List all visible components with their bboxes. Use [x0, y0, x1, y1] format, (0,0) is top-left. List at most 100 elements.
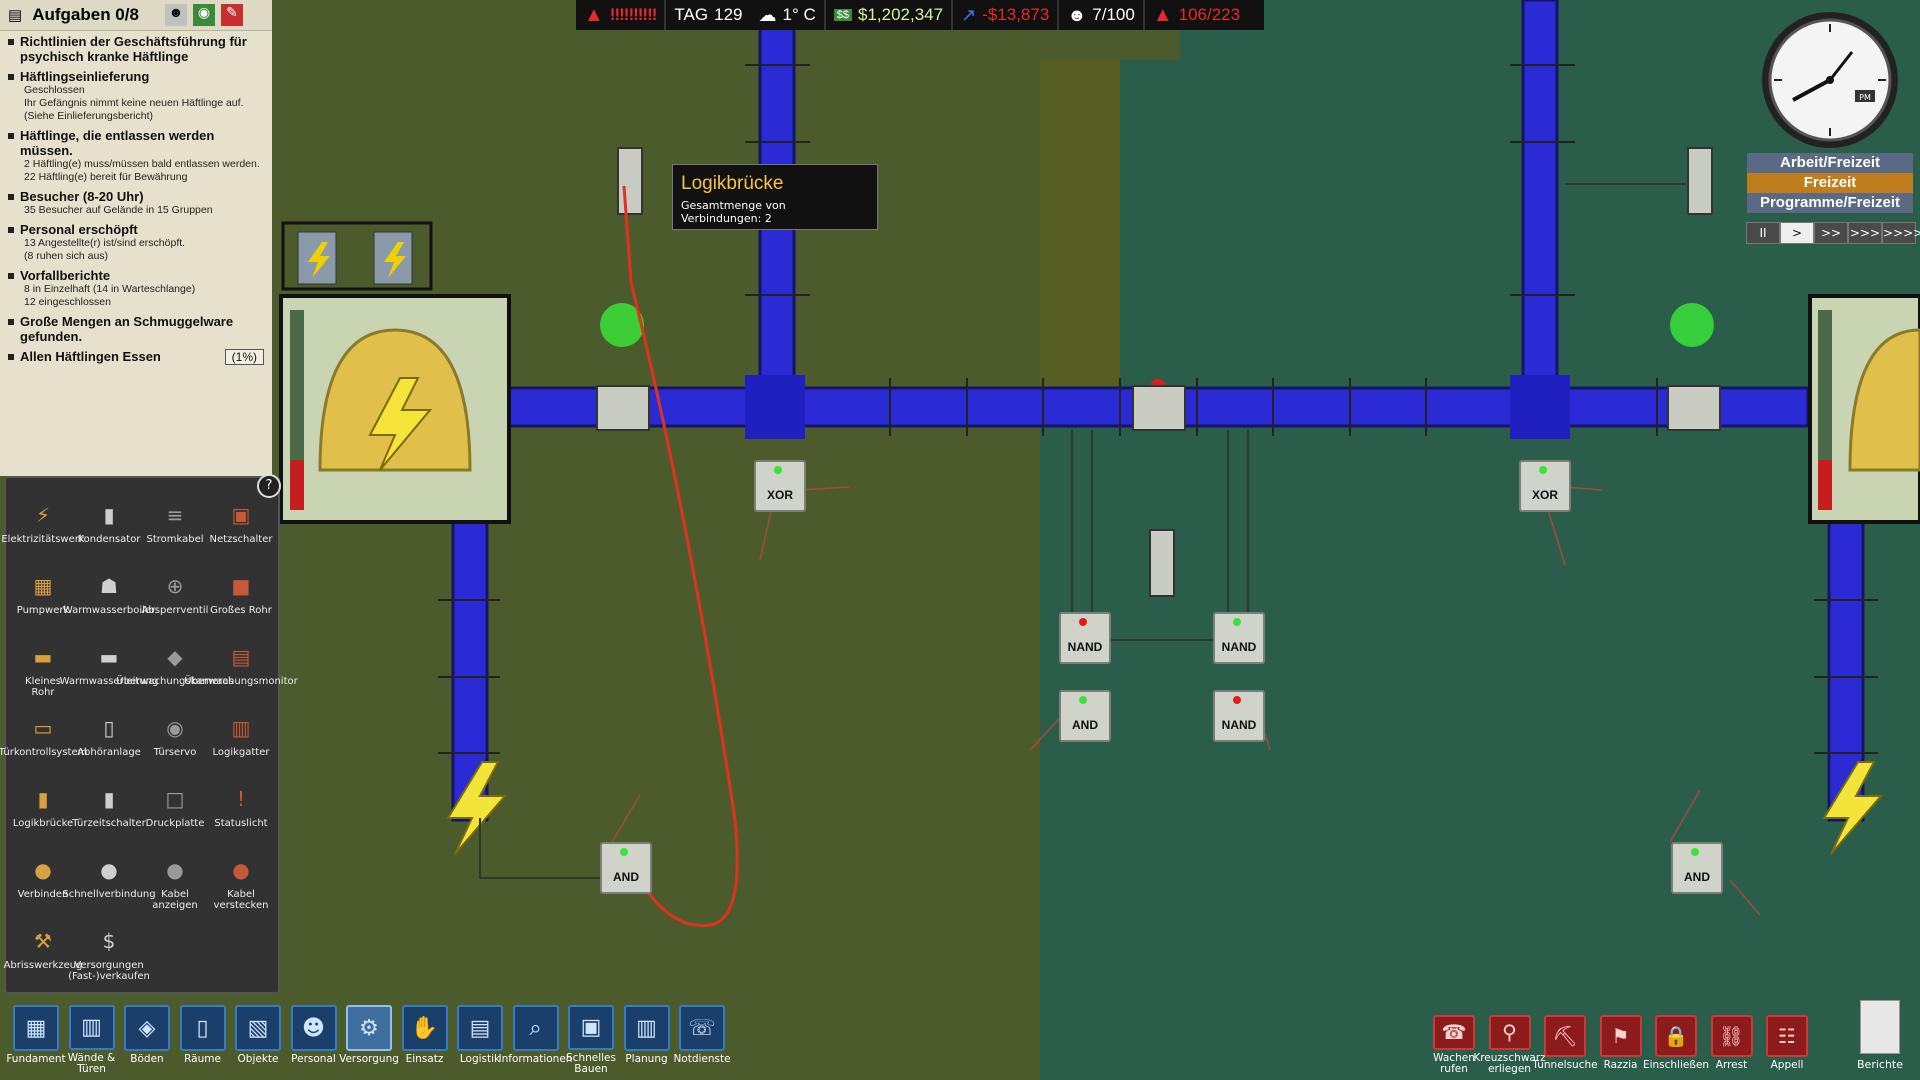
toolbar-deploy[interactable]: ✋ Einsatz — [401, 1005, 449, 1075]
emergency-tunnel-search[interactable]: ⛏ Tunnelsuche — [1532, 1015, 1598, 1075]
speed-button[interactable]: II — [1746, 222, 1780, 244]
and-gate[interactable]: AND — [1671, 842, 1723, 894]
toolbar-rooms[interactable]: ▯ Räume — [179, 1005, 227, 1075]
task-item[interactable]: Allen Häftlingen Essen (1%) — [0, 346, 272, 367]
task-item[interactable]: Personal erschöpft 13 Angestellte(r) ist/… — [0, 219, 272, 265]
build-item-pressure-plate[interactable]: □ Druckplatte — [144, 782, 206, 851]
emergency-arrest[interactable]: ⛓ Arrest — [1706, 1015, 1758, 1075]
build-item-valve[interactable]: ⊕ Absperrventil — [142, 569, 209, 638]
task-item[interactable]: Besucher (8-20 Uhr) 35 Besucher auf Gelän… — [0, 186, 272, 219]
toolbar-info[interactable]: ⌕ Informationen — [499, 1005, 572, 1075]
gate-label: NAND — [1067, 640, 1103, 654]
nand-gate[interactable]: NAND — [1059, 612, 1111, 664]
camera-icon[interactable]: ◉ — [192, 4, 215, 26]
build-item-capacitor[interactable]: ▮ Kondensator — [78, 498, 141, 567]
toolbar-objects[interactable]: ▧ Objekte — [234, 1005, 282, 1075]
build-item-label: Logikbrücke — [12, 818, 74, 829]
toolbar-logistics[interactable]: ▤ Logistik — [456, 1005, 504, 1075]
toolbar-planning[interactable]: ▥ Planung — [623, 1005, 671, 1075]
task-item[interactable]: Häftlinge, die entlassen werden müssen. 2… — [0, 125, 272, 186]
weather[interactable]: ☁ 1° C — [750, 0, 823, 30]
build-item-camera[interactable]: ◆ Überwachungskameras — [116, 640, 233, 709]
staff-display[interactable]: ☻ 7/100 — [1059, 0, 1143, 30]
build-item-logic-bridge[interactable]: ▮ Logikbrücke — [12, 782, 74, 851]
tooltip: Logikbrücke Gesamtmenge von Verbindungen… — [672, 164, 878, 230]
xor-gate[interactable]: XOR — [754, 460, 806, 512]
nand-gate[interactable]: NAND — [1213, 690, 1265, 742]
build-item-monitor[interactable]: ▤ Überwachungsmonitor — [184, 640, 297, 709]
toolbar-emergency[interactable]: ☏ Notdienste — [673, 1005, 731, 1075]
build-item-door-timer[interactable]: ▮ Türzeitschalter — [72, 782, 145, 851]
build-item-pump[interactable]: ▦ Pumpwerk — [12, 569, 74, 638]
build-item-large-pipe[interactable]: ■ Großes Rohr — [210, 569, 272, 638]
emergency-rollcall[interactable]: ☷ Appell — [1761, 1015, 1813, 1075]
build-item-cable[interactable]: ≡ Stromkabel — [144, 498, 206, 567]
day-label: TAG — [674, 5, 709, 24]
toolbar-staff[interactable]: ☻ Personal — [290, 1005, 338, 1075]
balance-display[interactable]: ↗ -$13,873 — [953, 0, 1057, 30]
xor-gate[interactable]: XOR — [1519, 460, 1571, 512]
report-icon[interactable]: ✎ — [220, 4, 243, 26]
toolbar-walls[interactable]: ▥ Wände & Türen — [68, 1005, 116, 1075]
speed-button[interactable]: >> — [1814, 222, 1848, 244]
build-item-label: Druckplatte — [145, 818, 205, 829]
build-item-door-control[interactable]: ▭ Türkontrollsystem — [0, 711, 87, 780]
build-item-connect[interactable]: ● Verbinden — [12, 853, 74, 922]
build-item-show-cable[interactable]: ● Kabel anzeigen — [144, 853, 206, 922]
toolbar-utilities[interactable]: ⚙ Versorgung — [339, 1005, 399, 1075]
emergency-call-guards[interactable]: ☎ Wachen rufen — [1428, 1015, 1480, 1075]
build-item-small-pipe[interactable]: ▬ Kleines Rohr — [12, 640, 74, 709]
build-item-boiler[interactable]: ☗ Warmwasserboiler — [63, 569, 155, 638]
reports-button[interactable]: Berichte — [1850, 1000, 1910, 1080]
gate-label: AND — [1684, 870, 1710, 884]
camera-icon: ◆ — [167, 644, 183, 669]
build-item-status-light[interactable]: ! Statuslicht — [210, 782, 272, 851]
bullet-icon — [8, 227, 14, 233]
build-item-logic-gate[interactable]: ▥ Logikgatter — [210, 711, 272, 780]
danger-indicator[interactable]: ▲ !!!!!!!!!! — [576, 0, 664, 30]
and-gate[interactable]: AND — [600, 842, 652, 894]
build-item-door-servo[interactable]: ◉ Türservo — [144, 711, 206, 780]
build-item-power-plant[interactable]: ⚡ Elektrizitätswerk — [1, 498, 84, 567]
foundation-icon: ▦ — [13, 1005, 59, 1051]
task-item[interactable]: Vorfallberichte 8 in Einzelhaft (14 in Wa… — [0, 265, 272, 311]
toolbar-floors[interactable]: ◈ Böden — [123, 1005, 171, 1075]
emergency-search-cell[interactable]: ⚲ Kreuzschwarz erliegen — [1473, 1015, 1546, 1075]
help-icon[interactable]: ? — [257, 474, 281, 498]
emergency-label: Wachen rufen — [1433, 1052, 1475, 1075]
money-display[interactable]: $$ $1,202,347 — [826, 0, 951, 30]
regime-next[interactable]: Freizeit — [1747, 173, 1913, 193]
task-title: Häftlinge, die entlassen werden müssen. — [8, 128, 264, 158]
build-item-listening[interactable]: ▯ Abhöranlage — [77, 711, 141, 780]
task-title: Besucher (8-20 Uhr) — [8, 189, 264, 204]
task-item[interactable]: Häftlingseinlieferung Geschlossen Ihr Gefä… — [0, 66, 272, 125]
toolbar-foundation[interactable]: ▦ Fundament — [6, 1005, 66, 1075]
build-item-demolish[interactable]: ⚒ Abrisswerkzeug — [4, 924, 83, 993]
build-item-quick-connect[interactable]: ● Schnellverbindung — [62, 853, 155, 922]
alert-display[interactable]: ▲ 106/223 — [1145, 0, 1248, 30]
regime-later[interactable]: Programme/Freizeit — [1747, 193, 1913, 213]
build-item-hide-cable[interactable]: ● Kabel verstecken — [210, 853, 272, 922]
game-map[interactable] — [0, 0, 1920, 1080]
speed-button[interactable]: > — [1780, 222, 1814, 244]
emergency-raid[interactable]: ⚑ Razzia — [1595, 1015, 1647, 1075]
task-item[interactable]: Große Mengen an Schmuggelware gefunden. — [0, 311, 272, 346]
and-gate[interactable]: AND — [1059, 690, 1111, 742]
speed-button[interactable]: >>> — [1848, 222, 1882, 244]
build-item-sell[interactable]: $ Versorgungen (Fast-)verkaufen — [68, 924, 150, 993]
gate-led — [1079, 696, 1087, 704]
speed-button[interactable]: >>>> — [1882, 222, 1920, 244]
gate-led — [1233, 618, 1241, 626]
tasks-header[interactable]: ▤ Aufgaben 0/8 ☻ ◉ ✎ — [0, 0, 272, 31]
build-item-switch[interactable]: ▣ Netzschalter — [210, 498, 273, 567]
toolbar-quick-build[interactable]: ▣ Schnelles Bauen — [566, 1005, 616, 1075]
task-item[interactable]: Richtlinien der Geschäftsführung für psy… — [0, 31, 272, 66]
regime-current[interactable]: Arbeit/Freizeit — [1747, 153, 1913, 173]
emergency-lockdown[interactable]: 🔒 Einschließen — [1643, 1015, 1709, 1075]
nand-gate[interactable]: NAND — [1213, 612, 1265, 664]
staff-value: 7/100 — [1092, 5, 1135, 24]
gate-label: AND — [1072, 718, 1098, 732]
build-item-hot-pipe[interactable]: ▬ Warmwasserleitung — [60, 640, 159, 709]
clock[interactable]: PM — [1750, 6, 1910, 154]
prisoner-icon[interactable]: ☻ — [164, 4, 187, 26]
